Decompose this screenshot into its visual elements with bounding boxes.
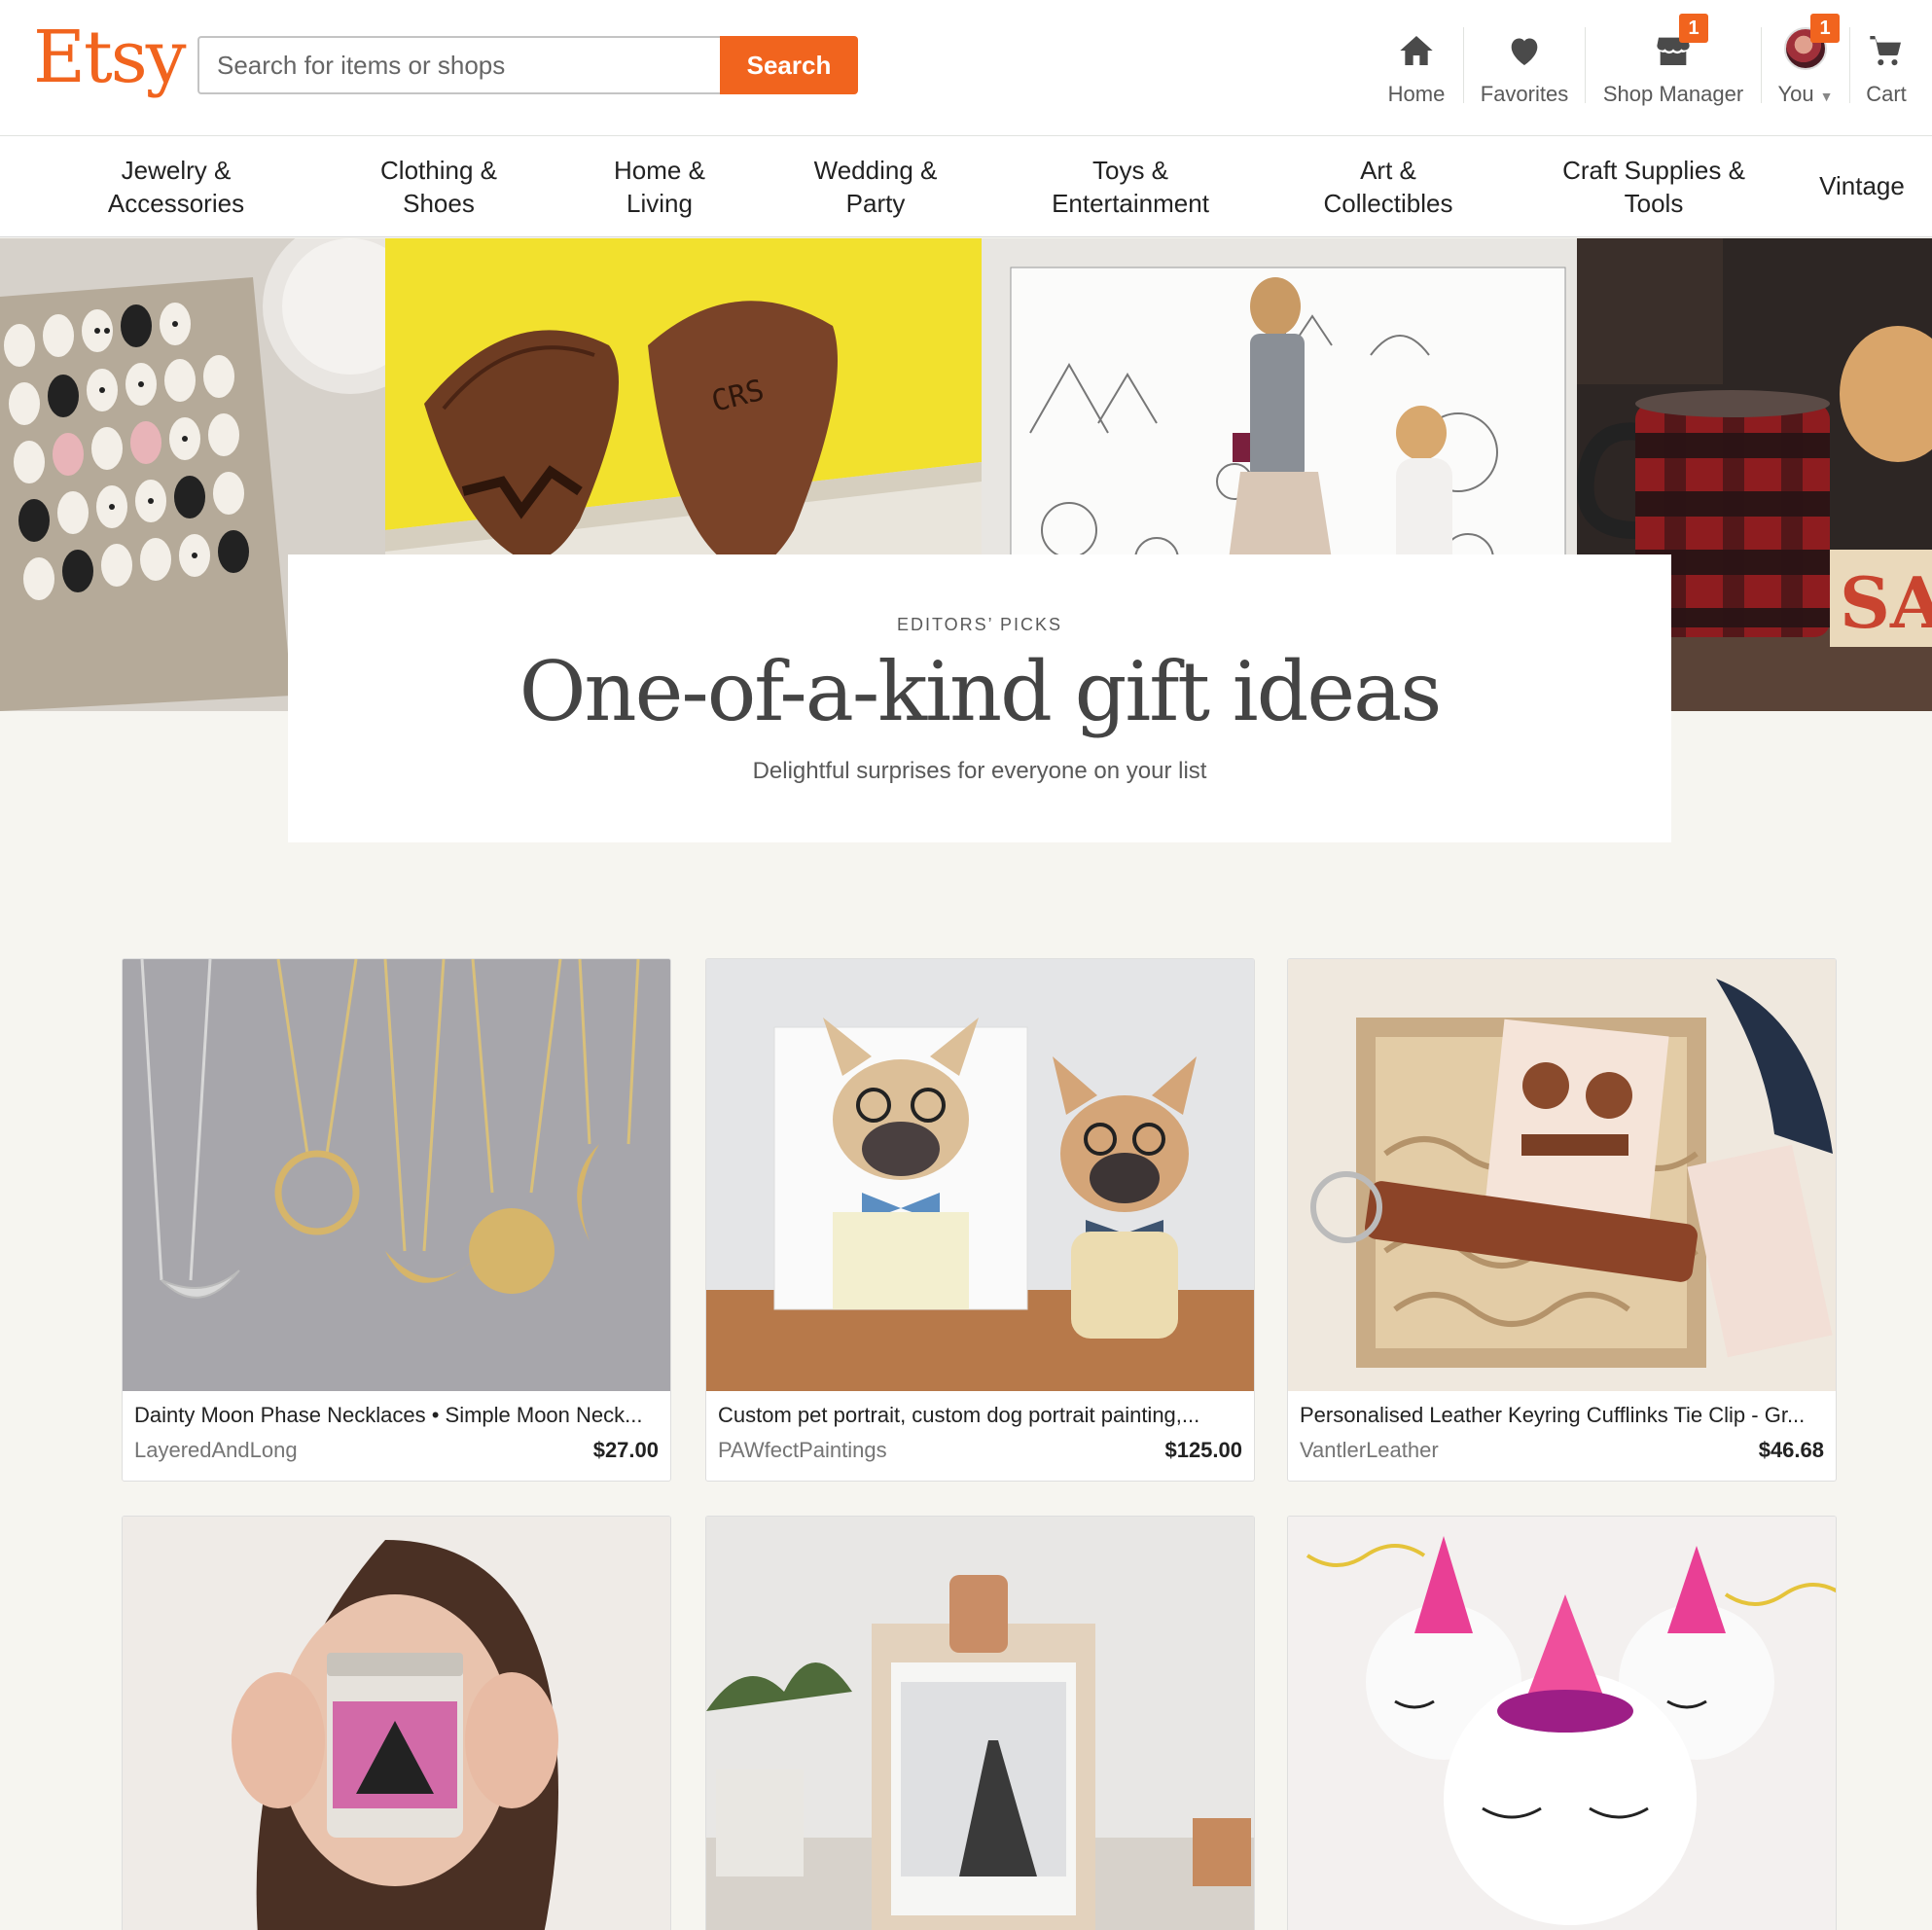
listing-image[interactable] <box>123 959 670 1391</box>
listing-price: $125.00 <box>1164 1438 1242 1462</box>
editors-picks-card[interactable]: EDITORS’ PICKS One-of-a-kind gift ideas … <box>288 554 1671 842</box>
listing-card[interactable] <box>705 1516 1255 1930</box>
listing-image[interactable] <box>706 1517 1254 1930</box>
category-line: Living <box>626 189 693 218</box>
account-nav: Home Favorites 1 Shop Manager 1 You ▼ Car… <box>1370 0 1932 136</box>
listing-shop[interactable]: PAWfectPaintings <box>718 1438 887 1463</box>
listing-card[interactable]: Personalised Leather Keyring Cufflinks T… <box>1287 958 1837 1482</box>
category-line: Clothing & <box>380 156 497 185</box>
nav-cart[interactable]: Cart <box>1850 0 1932 136</box>
category-line: Wedding & <box>813 156 938 185</box>
listing-info: Dainty Moon Phase Necklaces • Simple Moo… <box>123 1391 670 1481</box>
listing-meta: LayeredAndLong $27.00 <box>134 1438 659 1463</box>
nav-shop-manager[interactable]: 1 Shop Manager <box>1586 0 1761 136</box>
nav-cart-label: Cart <box>1866 82 1907 106</box>
category-line: Jewelry & <box>121 156 232 185</box>
listing-shop[interactable]: LayeredAndLong <box>134 1438 298 1463</box>
listing-price: $27.00 <box>592 1438 659 1462</box>
category-line: Shoes <box>403 189 475 218</box>
category-line: Party <box>845 189 906 218</box>
home-icon <box>1400 36 1433 65</box>
listing-meta: VantlerLeather $46.68 <box>1300 1438 1824 1463</box>
listing-image[interactable] <box>706 959 1254 1391</box>
listing-card[interactable] <box>1287 1516 1837 1930</box>
category-line: Collectibles <box>1323 189 1453 218</box>
listing-title[interactable]: Custom pet portrait, custom dog portrait… <box>718 1403 1242 1428</box>
listing-card[interactable] <box>122 1516 671 1930</box>
listing-meta: PAWfectPaintings $125.00 <box>718 1438 1242 1463</box>
print-illustration <box>706 1517 1254 1930</box>
category-line: Vintage <box>1819 171 1905 200</box>
nav-home-label: Home <box>1387 82 1446 106</box>
cart-icon <box>1870 36 1901 66</box>
sign-text: SA <box>1840 561 1932 644</box>
leather-gift-set-illustration <box>1288 959 1836 1391</box>
nav-you-label: You <box>1777 82 1814 106</box>
nav-favorites-label: Favorites <box>1480 82 1569 106</box>
category-line: Tools <box>1624 189 1684 218</box>
listing-price: $46.68 <box>1758 1438 1824 1462</box>
listing-card[interactable]: Dainty Moon Phase Necklaces • Simple Moo… <box>122 958 671 1482</box>
category-nav: Jewelry & Accessories Clothing & Shoes Hom… <box>0 136 1932 237</box>
listing-title[interactable]: Personalised Leather Keyring Cufflinks T… <box>1300 1403 1824 1428</box>
chevron-down-icon: ▼ <box>1819 89 1834 104</box>
category-home-living[interactable]: Home & Living <box>609 154 710 220</box>
listing-image[interactable] <box>1288 1517 1836 1930</box>
category-line: Accessories <box>107 189 245 218</box>
heart-icon <box>1511 38 1538 65</box>
moon-necklaces-illustration <box>123 959 670 1391</box>
etsy-logo[interactable]: Etsy <box>33 21 187 93</box>
category-craft-supplies-tools[interactable]: Craft Supplies & Tools <box>1555 154 1753 220</box>
nav-you[interactable]: 1 You ▼ <box>1762 0 1849 136</box>
listing-info: Custom pet portrait, custom dog portrait… <box>706 1391 1254 1481</box>
candle-illustration <box>123 1517 670 1930</box>
hero-title: One-of-a-kind gift ideas <box>519 644 1443 739</box>
listing-image[interactable] <box>123 1517 670 1930</box>
nav-home[interactable]: Home <box>1370 0 1463 136</box>
category-line: Art & <box>1360 156 1416 185</box>
unicorn-bath-bombs-illustration <box>1288 1517 1836 1930</box>
category-line: Craft Supplies & <box>1562 156 1745 185</box>
search-button[interactable]: Search <box>720 36 858 94</box>
nav-you-label-wrap: You ▼ <box>1778 82 1834 107</box>
category-wedding-party[interactable]: Wedding & Party <box>809 154 942 220</box>
category-clothing-shoes[interactable]: Clothing & Shoes <box>376 154 502 220</box>
category-toys-entertainment[interactable]: Toys & Entertainment <box>1045 154 1216 220</box>
nav-favorites[interactable]: Favorites <box>1464 0 1585 136</box>
search-input[interactable] <box>197 36 720 94</box>
editors-picks-eyebrow: EDITORS’ PICKS <box>896 615 1063 634</box>
listing-card[interactable]: Custom pet portrait, custom dog portrait… <box>705 958 1255 1482</box>
category-line: Home & <box>614 156 705 185</box>
category-line: Toys & <box>1091 156 1169 185</box>
shop-manager-badge: 1 <box>1679 14 1708 43</box>
listing-title[interactable]: Dainty Moon Phase Necklaces • Simple Moo… <box>134 1403 659 1428</box>
nav-shop-manager-label: Shop Manager <box>1602 82 1744 106</box>
listing-shop[interactable]: VantlerLeather <box>1300 1438 1439 1463</box>
listing-info: Personalised Leather Keyring Cufflinks T… <box>1288 1391 1836 1481</box>
site-header: Etsy Search Home Favorites 1 Shop Manage… <box>0 0 1932 136</box>
search-bar: Search <box>197 36 858 94</box>
hero-subtitle: Delightful surprises for everyone on you… <box>752 758 1207 785</box>
dog-portrait-illustration <box>706 959 1254 1391</box>
category-art-collectibles[interactable]: Art & Collectibles <box>1317 154 1459 220</box>
category-jewelry-accessories[interactable]: Jewelry & Accessories <box>105 154 247 220</box>
category-line: Entertainment <box>1052 189 1209 218</box>
category-vintage[interactable]: Vintage <box>1813 169 1911 202</box>
listing-image[interactable] <box>1288 959 1836 1391</box>
you-badge: 1 <box>1810 14 1840 43</box>
